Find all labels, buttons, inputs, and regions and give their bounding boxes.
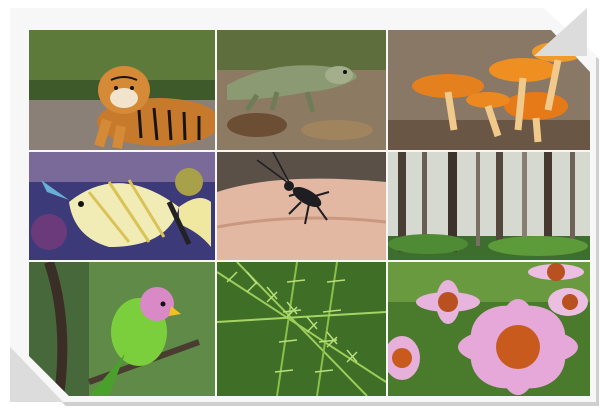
beetle-photo <box>217 152 386 260</box>
photo-grid <box>29 30 590 396</box>
page-curl-top-right <box>534 8 587 56</box>
collage-stage <box>0 0 604 409</box>
lizard-photo <box>217 30 386 150</box>
forest-photo <box>388 152 590 260</box>
fern-photo <box>217 262 386 396</box>
coneflowers-photo <box>388 262 590 396</box>
tiger-photo <box>29 30 215 150</box>
page-curl-bottom-left <box>10 347 63 402</box>
fish-photo <box>29 152 215 260</box>
